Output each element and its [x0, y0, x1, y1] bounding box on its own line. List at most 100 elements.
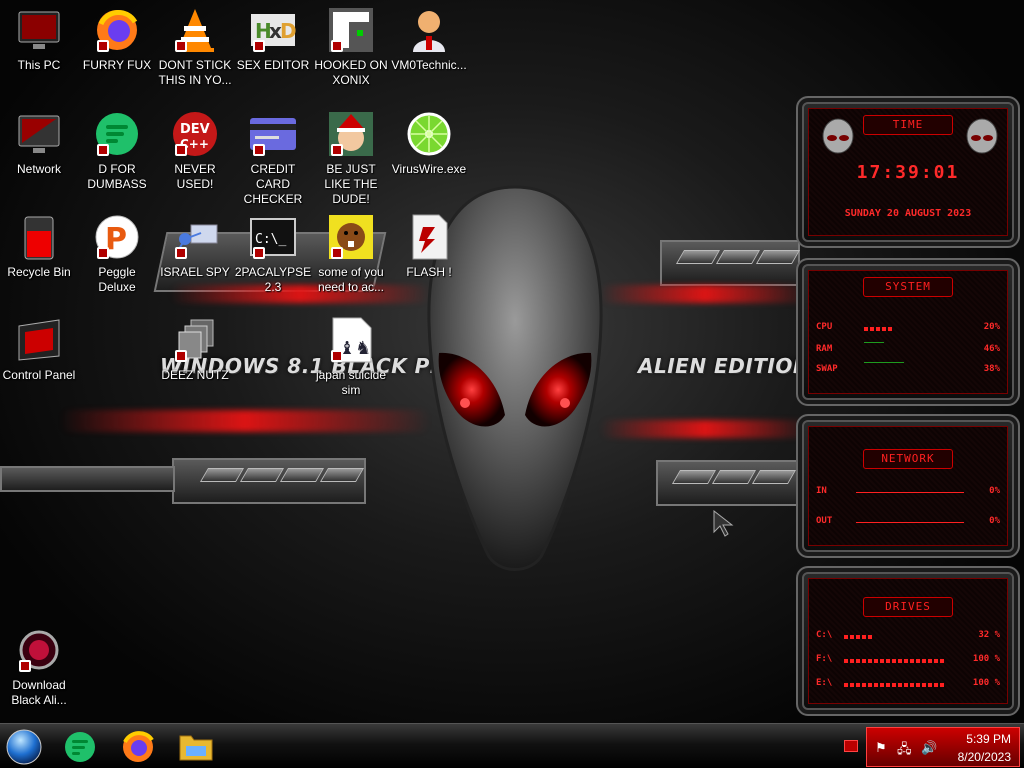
network-row-name: IN — [816, 486, 827, 496]
taskbar-app-notes[interactable] — [60, 728, 100, 766]
desktop-icon-credit-card-checker[interactable]: CREDIT CARD CHECKER — [234, 110, 312, 207]
desktop-icon-label: NEVER USED! — [174, 162, 216, 191]
taskbar-date: 8/20/2023 — [957, 750, 1011, 764]
spy-network-icon — [171, 213, 219, 261]
firefox-icon — [93, 6, 141, 54]
gadget-clock: 17:39:01 — [856, 162, 960, 183]
system-row-name: CPU — [816, 322, 833, 332]
desktop-icon-label: Recycle Bin — [7, 265, 71, 279]
green-doc-icon — [65, 732, 95, 762]
desktop-icon-control-panel[interactable]: Control Panel — [0, 316, 78, 383]
desktop-icon-label: VM0Technic... — [391, 58, 467, 72]
shortcut-arrow-icon — [175, 144, 187, 156]
desktop-icon-israel-spy[interactable]: ISRAEL SPY — [156, 213, 234, 280]
taskbar-app-firefox[interactable] — [118, 728, 158, 766]
gadget-title: SYSTEM — [863, 277, 953, 297]
network-out-graph — [856, 522, 964, 523]
desktop-icon-some-of-you[interactable]: some of you need to ac... — [312, 213, 390, 295]
desktop-icon-label: Peggle Deluxe — [98, 265, 136, 294]
desktop-icon-japan-suicide-sim[interactable]: ♝♞ japan suicide sim — [312, 316, 390, 398]
beaver-icon — [327, 213, 375, 261]
desktop-icon-be-just-like-the-dude[interactable]: BE JUST LIKE THE DUDE! — [312, 110, 390, 207]
drive-row-value: 100 % — [972, 678, 1000, 688]
shortcut-arrow-icon — [253, 40, 265, 52]
desktop-icon-deez-nutz[interactable]: DEEZ NUTZ — [156, 316, 234, 383]
svg-text:D: D — [280, 19, 297, 43]
desktop-icon-label: DONT STICK THIS IN YO... — [158, 58, 232, 87]
control-panel-icon — [15, 316, 63, 364]
show-hidden-icons-button[interactable] — [844, 740, 858, 752]
drive-f-usage-bar — [844, 659, 944, 663]
system-row-ram: RAM 46% — [816, 342, 1000, 358]
alien-download-icon — [15, 626, 63, 674]
taskbar-app-file-explorer[interactable] — [176, 728, 216, 766]
drive-c-usage-bar — [844, 635, 872, 639]
desktop-icon-furry-fux[interactable]: FURRY FUX — [78, 6, 156, 73]
desktop-icon-label: BE JUST LIKE THE DUDE! — [324, 162, 378, 206]
desktop-icon-label: Download Black Ali... — [11, 678, 67, 707]
firefox-icon — [123, 731, 154, 762]
desktop-icon-download-black-alien[interactable]: Download Black Ali... — [0, 626, 78, 708]
ram-usage-bar — [864, 342, 884, 343]
drive-row-name: C:\ — [816, 630, 833, 640]
swap-usage-bar — [864, 362, 904, 363]
system-row-value: 46% — [983, 344, 1000, 354]
system-row-cpu: CPU 20% — [816, 322, 1000, 336]
desktop-icon-dont-stick[interactable]: DONT STICK THIS IN YO... — [156, 6, 234, 88]
shortcut-arrow-icon — [331, 144, 343, 156]
stack-files-icon — [171, 316, 219, 364]
shortcut-arrow-icon — [331, 247, 343, 259]
network-row-value: 0% — [989, 516, 1000, 526]
desktop-icon-this-pc[interactable]: This PC — [0, 6, 78, 73]
network-row-out: OUT 0% — [816, 516, 1000, 530]
devcpp-icon: DEV C++ — [171, 110, 219, 158]
svg-text:♝♞: ♝♞ — [339, 338, 371, 359]
desktop-icon-vm0technic[interactable]: VM0Technic... — [390, 6, 468, 73]
start-button[interactable] — [4, 728, 44, 766]
desktop-icon-label: 2PACALYPSE 2.3 — [234, 265, 312, 294]
desktop-icon-label: D FOR DUMBASS — [87, 162, 147, 191]
drives-gadget[interactable]: DRIVES C:\ 32 % F:\ 100 % E:\ 100 % — [796, 566, 1020, 716]
desktop-icon-flash[interactable]: FLASH ! — [390, 213, 468, 280]
technician-icon — [405, 6, 453, 54]
network-status-icon[interactable]: 🖧 — [897, 740, 912, 762]
system-row-value: 38% — [983, 364, 1000, 374]
system-gadget[interactable]: SYSTEM CPU 20% RAM 46% SWAP 38% — [796, 258, 1020, 406]
svg-text:DEV: DEV — [180, 122, 210, 137]
network-gadget[interactable]: NETWORK IN 0% OUT 0% — [796, 414, 1020, 558]
wallpaper-plate — [660, 240, 801, 286]
desktop-icon-network[interactable]: Network — [0, 110, 78, 177]
shortcut-arrow-icon — [175, 40, 187, 52]
desktop-icon-sex-editor[interactable]: HxD SEX EDITOR — [234, 6, 312, 73]
shortcut-arrow-icon — [253, 247, 265, 259]
wallpaper-plate — [0, 466, 175, 492]
action-center-flag-icon[interactable]: ⚑ — [875, 740, 887, 756]
desktop-icon-label: japan suicide sim — [315, 368, 387, 397]
wallpaper-red-glow — [600, 420, 810, 438]
desktop-icon-label: CREDIT CARD CHECKER — [243, 162, 303, 206]
santa-elf-icon — [327, 110, 375, 158]
desktop-icon-label: SEX EDITOR — [236, 58, 310, 72]
shortcut-arrow-icon — [175, 247, 187, 259]
desktop-icon-viruswire[interactable]: VirusWire.exe — [390, 110, 468, 177]
network-icon — [15, 110, 63, 158]
desktop-icon-label: ISRAEL SPY — [160, 265, 230, 279]
system-row-name: SWAP — [816, 364, 838, 374]
time-gadget[interactable]: TIME 17:39:01 SUNDAY 20 AUGUST 2023 — [796, 96, 1020, 248]
desktop-icon-2pacalypse[interactable]: C:\_ 2PACALYPSE 2.3 — [234, 213, 312, 295]
desktop-icon-peggle-deluxe[interactable]: P Peggle Deluxe — [78, 213, 156, 295]
desktop-icon-d-for-dumbass[interactable]: D FOR DUMBASS — [78, 110, 156, 192]
credit-card-icon — [249, 110, 297, 158]
desktop-icon-never-used[interactable]: DEV C++ NEVER USED! — [156, 110, 234, 192]
shortcut-arrow-icon — [331, 350, 343, 362]
wallpaper-plate — [656, 460, 800, 506]
flash-file-icon — [405, 213, 453, 261]
alien-head-icon — [966, 118, 998, 154]
taskbar-clock[interactable]: 5:39 PM 8/20/2023 — [958, 730, 1011, 766]
volume-icon[interactable]: 🔊 — [921, 740, 937, 756]
desktop-icon-recycle-bin[interactable]: Recycle Bin — [0, 213, 78, 280]
wallpaper-plate — [172, 458, 366, 504]
gadget-title: DRIVES — [863, 597, 953, 617]
shortcut-arrow-icon — [97, 144, 109, 156]
desktop-icon-hooked-on-xonix[interactable]: HOOKED ON XONIX — [312, 6, 390, 88]
